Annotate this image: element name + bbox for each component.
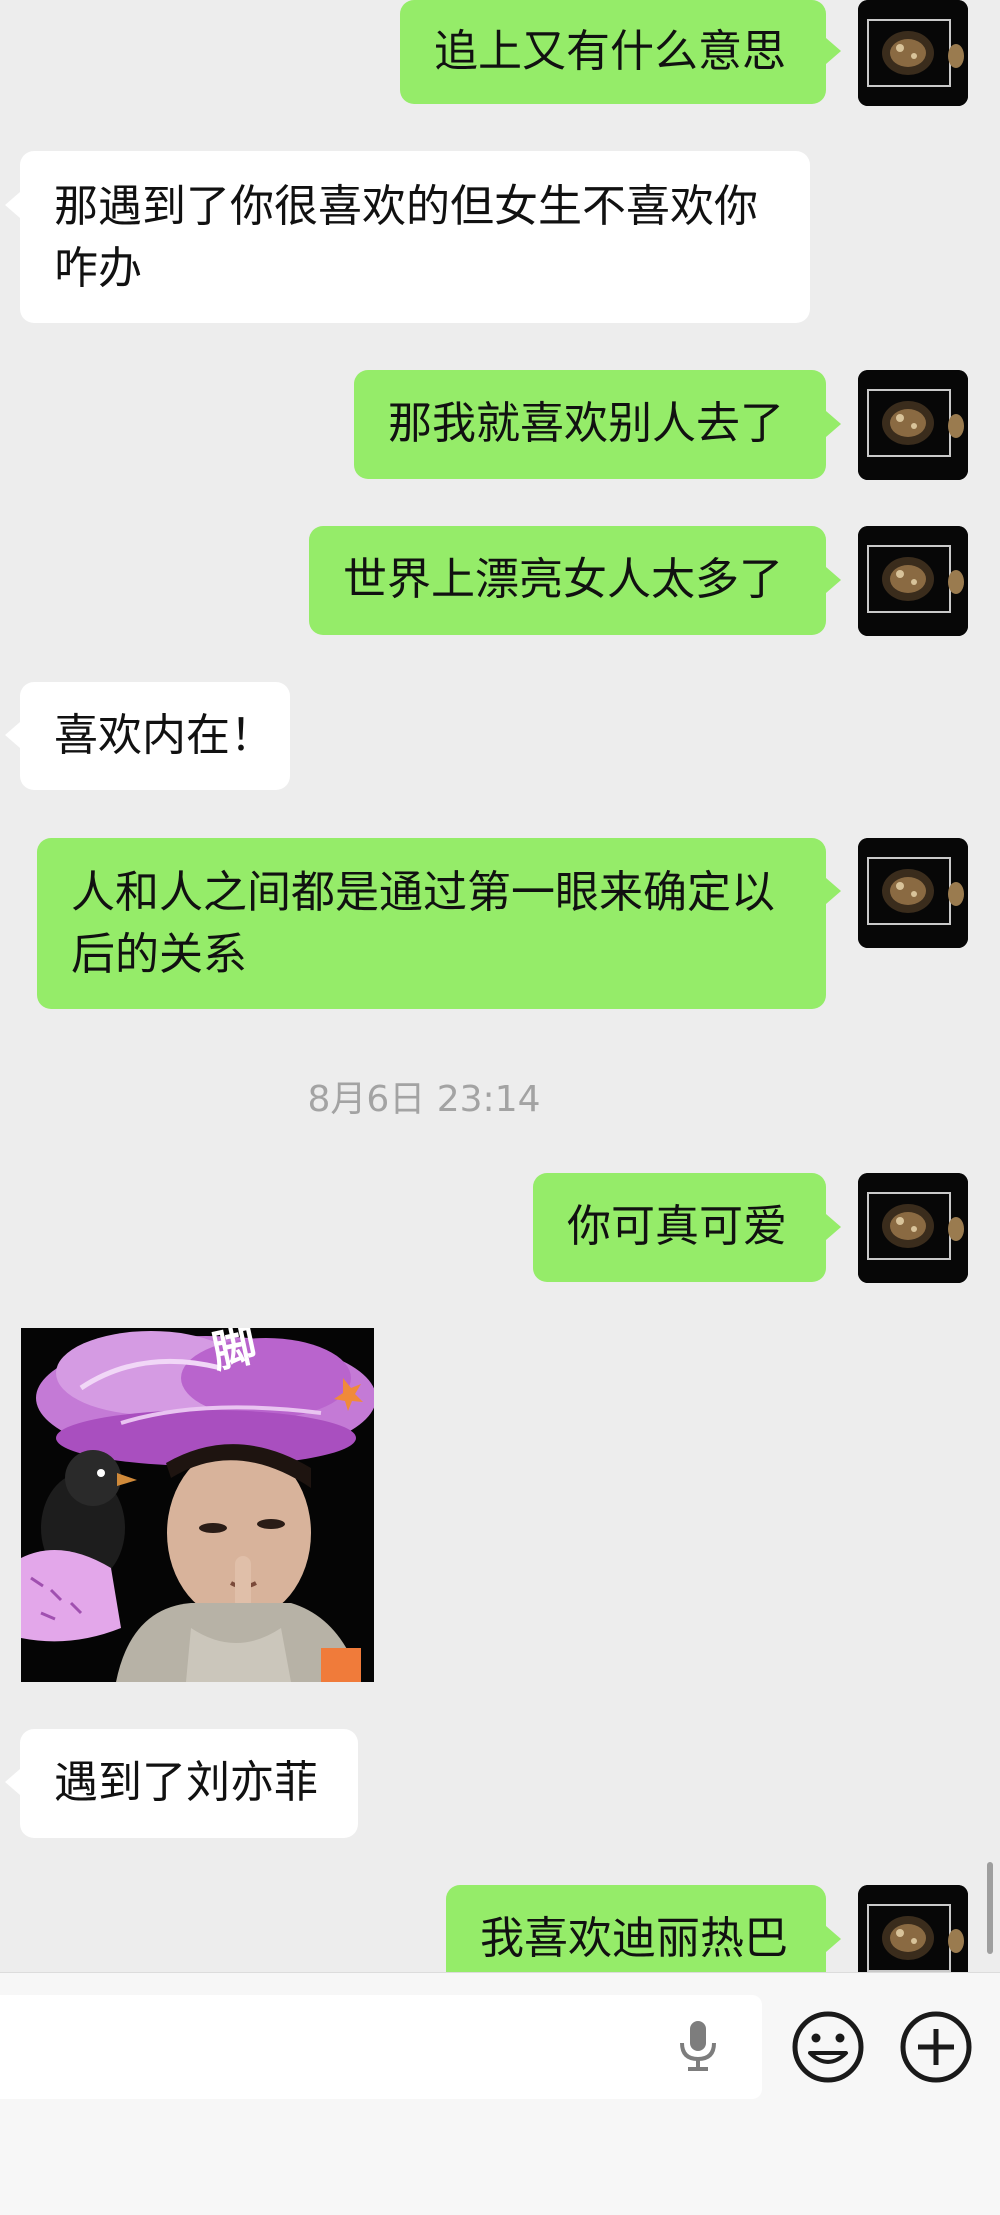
message-bubble[interactable]: 喜欢内在！ [20,682,290,790]
avatar[interactable] [858,370,968,480]
message-bubble[interactable]: 遇到了刘亦菲 [20,1729,358,1838]
bubble-tail [5,1769,20,1795]
message-text: 人和人之间都是通过第一眼来确定以 [71,867,775,918]
bubble-tail [826,38,841,64]
sticker-illustration: 脚 [21,1328,374,1682]
message-text: 喜欢内在！ [54,710,274,761]
message-text: 我喜欢迪丽热巴 [480,1913,788,1964]
avatar-image [858,526,968,636]
avatar[interactable] [858,838,968,948]
bubble-tail [826,878,841,904]
avatar-image [858,838,968,948]
input-bar [0,1972,1000,2215]
message-timestamp: 8月6日 23:14 [307,1079,541,1120]
message-text: 咋办 [54,243,142,294]
message-text: 追上又有什么意思 [434,26,786,77]
message-bubble[interactable]: 人和人之间都是通过第一眼来确定以 后的关系 [37,838,826,1009]
message-text: 世界上漂亮女人太多了 [343,554,783,605]
message-text: 遇到了刘亦菲 [54,1757,318,1808]
message-text: 后的关系 [71,929,247,980]
message-text: 那遇到了你很喜欢的但女生不喜欢你 [54,181,758,232]
message-text: 你可真可爱 [567,1201,787,1252]
avatar[interactable] [858,526,968,636]
bubble-tail [5,722,20,748]
avatar[interactable] [858,1173,968,1283]
message-text: 那我就喜欢别人去了 [388,398,784,449]
message-bubble[interactable]: 那我就喜欢别人去了 [354,370,826,479]
message-bubble[interactable]: 那遇到了你很喜欢的但女生不喜欢你 咋办 [20,151,810,323]
avatar[interactable] [858,0,968,106]
bubble-tail [826,411,841,437]
microphone-icon[interactable] [676,2019,720,2073]
svg-text:脚: 脚 [208,1328,261,1378]
scrollbar-thumb[interactable] [987,1862,993,1954]
sticker-image[interactable]: 脚 [21,1328,374,1682]
avatar-image [858,0,968,106]
message-bubble[interactable]: 追上又有什么意思 [400,0,826,104]
avatar-image [858,1173,968,1283]
bubble-tail [826,1214,841,1240]
avatar-image [858,370,968,480]
message-input[interactable] [0,1995,762,2099]
bubble-tail [826,567,841,593]
emoji-icon[interactable] [790,2009,866,2085]
bubble-tail [5,192,20,218]
plus-icon[interactable] [898,2009,974,2085]
message-bubble[interactable]: 你可真可爱 [533,1173,826,1282]
message-bubble[interactable]: 世界上漂亮女人太多了 [309,526,826,635]
bubble-tail [826,1926,841,1952]
